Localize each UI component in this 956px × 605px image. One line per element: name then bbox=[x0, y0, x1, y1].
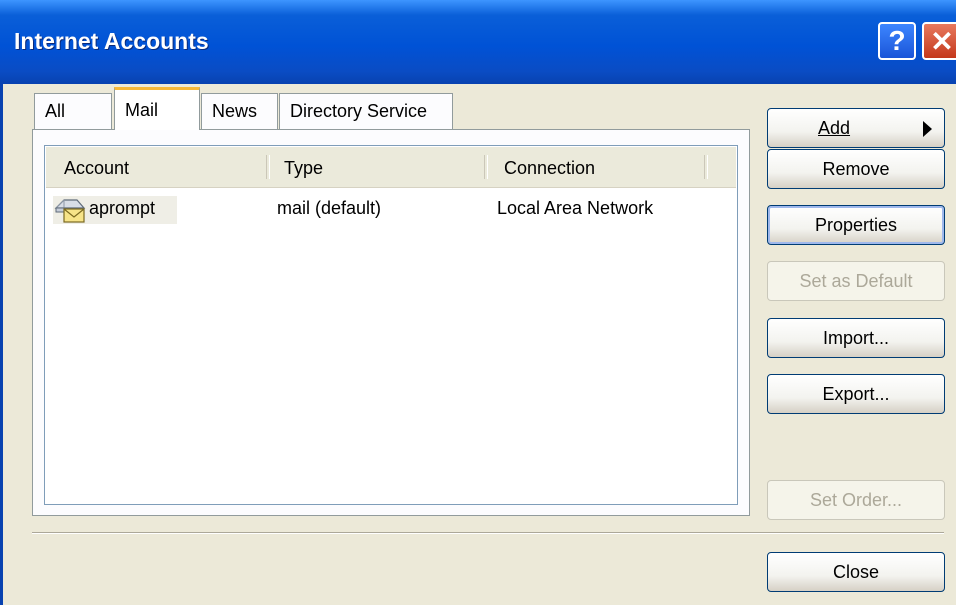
column-divider[interactable] bbox=[704, 155, 708, 179]
tab-directory-service-label: Directory Service bbox=[290, 101, 428, 121]
title-bar: Internet Accounts ? ✕ bbox=[0, 0, 956, 84]
export-button-label: Export... bbox=[822, 383, 890, 404]
list-header: Account Type Connection bbox=[46, 147, 736, 188]
column-header-account[interactable]: Account bbox=[64, 147, 129, 187]
tab-mail[interactable]: Mail bbox=[114, 87, 200, 130]
tab-directory-service[interactable]: Directory Service bbox=[279, 93, 453, 129]
column-header-connection[interactable]: Connection bbox=[504, 147, 595, 187]
mail-account-icon bbox=[54, 199, 86, 223]
tab-news[interactable]: News bbox=[201, 93, 278, 129]
import-button-label: Import... bbox=[822, 327, 889, 348]
column-divider[interactable] bbox=[484, 155, 488, 179]
tab-all[interactable]: All bbox=[34, 93, 112, 129]
import-button[interactable]: Import... bbox=[767, 318, 945, 358]
close-button[interactable]: Close bbox=[767, 552, 945, 592]
account-connection: Local Area Network bbox=[497, 198, 654, 218]
close-icon[interactable]: ✕ bbox=[922, 22, 956, 60]
set-as-default-button[interactable]: Set as Default bbox=[767, 261, 945, 301]
close-button-label: Close bbox=[832, 561, 880, 582]
account-type: mail (default) bbox=[277, 198, 382, 218]
set-order-button[interactable]: Set Order... bbox=[767, 480, 945, 520]
submenu-arrow-icon bbox=[923, 121, 932, 137]
add-button[interactable]: Add bbox=[767, 108, 945, 148]
window-title: Internet Accounts bbox=[14, 28, 209, 54]
account-name: aprompt bbox=[89, 198, 156, 218]
tab-mail-label: Mail bbox=[125, 99, 159, 120]
properties-button-label: Properties bbox=[814, 214, 898, 235]
separator-line bbox=[32, 532, 944, 534]
properties-button[interactable]: Properties bbox=[767, 205, 945, 245]
remove-button[interactable]: Remove bbox=[767, 149, 945, 189]
window-frame bbox=[0, 84, 3, 605]
tab-news-label: News bbox=[212, 101, 258, 121]
column-divider[interactable] bbox=[266, 155, 270, 179]
account-list[interactable]: Account Type Connection aprompt mail (de… bbox=[44, 145, 738, 505]
tab-all-label: All bbox=[45, 101, 66, 121]
column-header-type[interactable]: Type bbox=[284, 147, 323, 187]
set-order-button-label: Set Order... bbox=[809, 489, 903, 510]
add-button-label: Add bbox=[818, 118, 851, 138]
export-button[interactable]: Export... bbox=[767, 374, 945, 414]
set-as-default-button-label: Set as Default bbox=[799, 270, 913, 291]
help-icon[interactable]: ? bbox=[878, 22, 916, 60]
remove-button-label: Remove bbox=[822, 158, 890, 179]
